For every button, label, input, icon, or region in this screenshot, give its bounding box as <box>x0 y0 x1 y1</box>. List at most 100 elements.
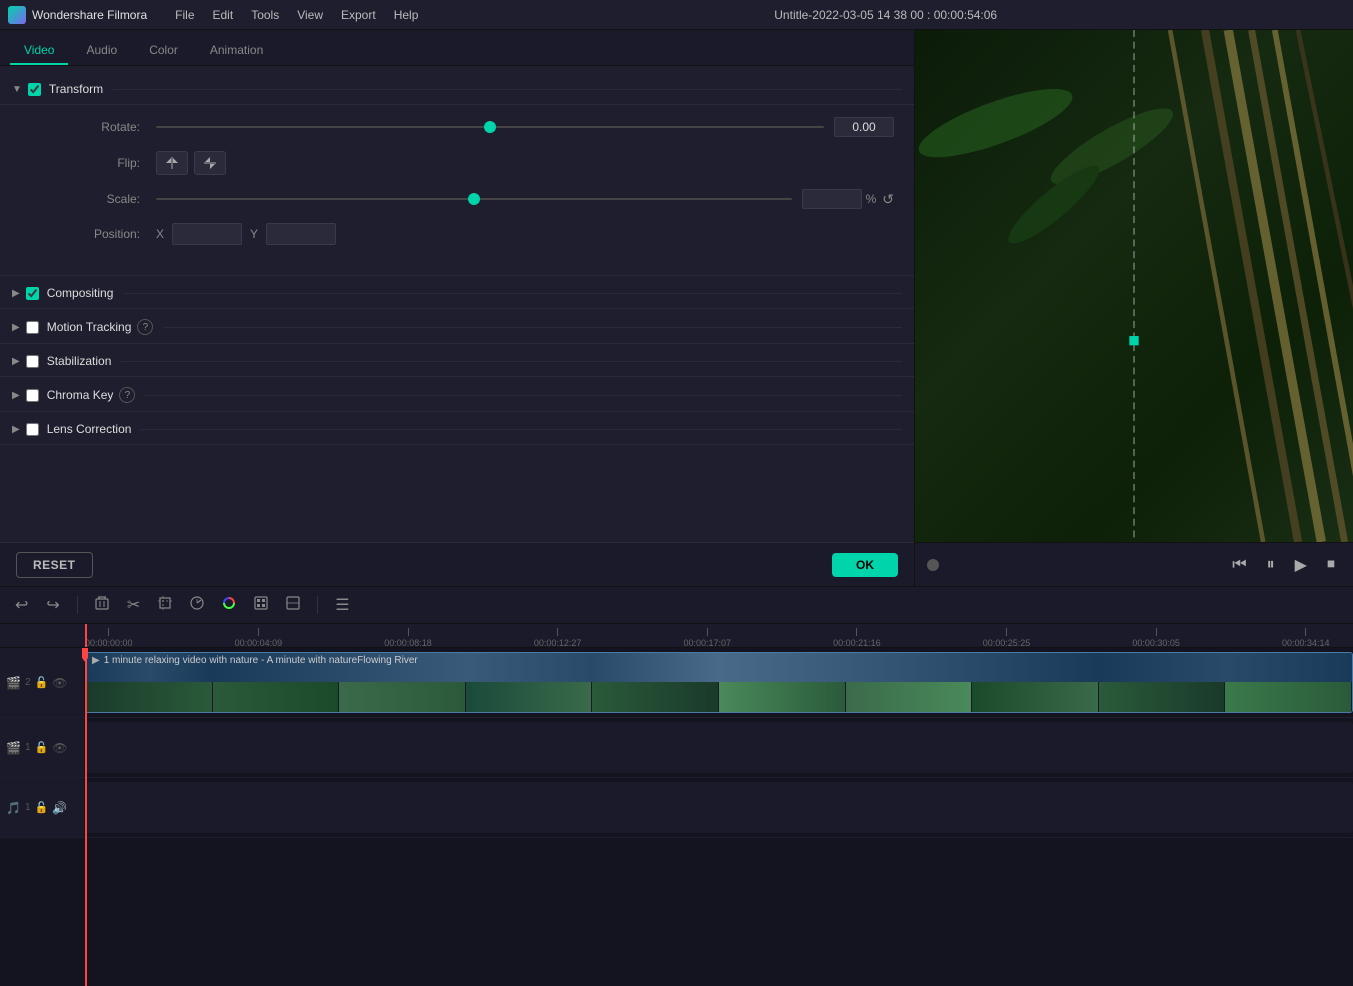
ruler-tick-0: 00:00:00:00 <box>85 624 133 648</box>
section-motion-tracking: ▶ Motion Tracking ? <box>0 311 914 344</box>
position-inputs: X 0.0 Y 0.0 <box>156 223 336 245</box>
lens-correction-checkbox[interactable] <box>26 423 39 436</box>
track-video2-eye-icon[interactable]: 👁 <box>52 676 67 690</box>
toolbar-sep-1 <box>77 596 78 614</box>
settings-button[interactable]: ☰ <box>330 593 354 617</box>
position-x-input[interactable]: 0.0 <box>172 223 242 245</box>
zoom-fit-button[interactable] <box>281 594 305 617</box>
track-video2-icon: 🎬 <box>6 676 21 690</box>
stop-button[interactable]: ⏹ <box>1321 554 1341 576</box>
compositing-divider <box>123 293 902 294</box>
title-bar: Wondershare Filmora File Edit Tools View… <box>0 0 1353 30</box>
tab-audio[interactable]: Audio <box>72 37 131 65</box>
tab-video[interactable]: Video <box>10 37 68 65</box>
flip-horizontal-button[interactable] <box>156 151 188 175</box>
undo-button[interactable]: ↩ <box>10 593 33 617</box>
section-lens-correction-header[interactable]: ▶ Lens Correction <box>0 414 914 445</box>
timeline-ruler: 00:00:00:00 00:00:04:09 00:00:08:18 00:0… <box>0 624 1353 648</box>
motion-tracking-title: Motion Tracking <box>47 320 132 334</box>
video-background <box>915 30 1353 542</box>
section-stabilization-header[interactable]: ▶ Stabilization <box>0 346 914 377</box>
track-video1-eye-icon[interactable]: 👁 <box>52 741 67 755</box>
compositing-title: Compositing <box>47 286 114 300</box>
track-row-video1: 🎬 1 🔓 👁 <box>0 718 1353 778</box>
speed-button[interactable] <box>185 594 209 617</box>
flip-vertical-button[interactable] <box>194 151 226 175</box>
section-compositing-header[interactable]: ▶ Compositing <box>0 278 914 309</box>
thumb-5 <box>592 682 719 712</box>
thumb-9 <box>1099 682 1226 712</box>
rotate-slider[interactable] <box>156 126 824 128</box>
reset-button[interactable]: RESET <box>16 552 93 578</box>
position-row: Position: X 0.0 Y 0.0 <box>60 223 894 245</box>
progress-indicator <box>927 559 939 571</box>
menu-view[interactable]: View <box>289 6 331 24</box>
ruler-tick-1: 00:00:04:09 <box>235 624 283 648</box>
effects-button[interactable] <box>249 594 273 617</box>
rotate-value-input[interactable] <box>834 117 894 137</box>
clip-title: 1 minute relaxing video with nature - A … <box>104 655 418 666</box>
properties-content: ▼ Transform Rotate: <box>0 66 914 542</box>
tick-label-7: 00:00:30:05 <box>1132 638 1180 648</box>
redo-button[interactable]: ↪ <box>41 593 64 617</box>
track-video1-lock-icon[interactable]: 🔓 <box>35 741 49 754</box>
section-motion-tracking-header[interactable]: ▶ Motion Tracking ? <box>0 311 914 344</box>
position-y-input[interactable]: 0.0 <box>266 223 336 245</box>
menu-export[interactable]: Export <box>333 6 384 24</box>
scale-reset-button[interactable]: ↺ <box>882 191 894 208</box>
slow-play-button[interactable]: ⏸ <box>1261 554 1281 576</box>
scale-value-input[interactable]: 100.64 <box>802 189 862 209</box>
transform-divider <box>113 89 902 90</box>
transform-toggle-icon: ▼ <box>12 84 22 95</box>
thumb-1 <box>86 682 213 712</box>
tab-color[interactable]: Color <box>135 37 192 65</box>
scale-slider[interactable] <box>156 198 792 200</box>
compositing-checkbox[interactable] <box>26 287 39 300</box>
stabilization-checkbox[interactable] <box>26 355 39 368</box>
track-video1-number: 1 <box>25 742 31 753</box>
lens-correction-divider <box>141 429 902 430</box>
menu-edit[interactable]: Edit <box>205 6 242 24</box>
menu-bar: File Edit Tools View Export Help <box>167 6 426 24</box>
color-button[interactable] <box>217 594 241 617</box>
compositing-toggle-icon: ▶ <box>12 288 20 299</box>
section-transform-header[interactable]: ▼ Transform <box>0 74 914 105</box>
track-audio1-volume-icon[interactable]: 🔊 <box>52 801 67 815</box>
preview-panel: ⏮ ⏸ ▶ ⏹ <box>915 30 1353 586</box>
thumb-6 <box>719 682 846 712</box>
transform-checkbox[interactable] <box>28 83 41 96</box>
play-button[interactable]: ▶ <box>1289 553 1313 577</box>
video-clip[interactable]: ▶ 1 minute relaxing video with nature - … <box>85 652 1353 713</box>
motion-tracking-toggle-icon: ▶ <box>12 322 20 333</box>
crop-button[interactable] <box>153 594 177 617</box>
menu-file[interactable]: File <box>167 6 202 24</box>
tick-label-2: 00:00:08:18 <box>384 638 432 648</box>
chroma-key-checkbox[interactable] <box>26 389 39 402</box>
tab-animation[interactable]: Animation <box>196 37 277 65</box>
preview-controls: ⏮ ⏸ ▶ ⏹ <box>915 542 1353 586</box>
menu-help[interactable]: Help <box>386 6 427 24</box>
tick-line <box>707 628 708 636</box>
motion-tracking-checkbox[interactable] <box>26 321 39 334</box>
chroma-key-help-icon[interactable]: ? <box>119 387 135 403</box>
chroma-key-title: Chroma Key <box>47 388 114 402</box>
track-row-audio1: 🎵 1 🔓 🔊 <box>0 778 1353 838</box>
motion-tracking-help-icon[interactable]: ? <box>137 319 153 335</box>
cut-button[interactable]: ✂ <box>122 593 145 617</box>
empty-track-video1 <box>85 722 1353 773</box>
track-audio1-lock-icon[interactable]: 🔓 <box>35 801 49 814</box>
preview-video <box>915 30 1353 542</box>
menu-tools[interactable]: Tools <box>243 6 287 24</box>
section-chroma-key-header[interactable]: ▶ Chroma Key ? <box>0 379 914 412</box>
section-chroma-key: ▶ Chroma Key ? <box>0 379 914 412</box>
track-video2-lock-icon[interactable]: 🔓 <box>35 676 49 689</box>
zoom-fit-icon <box>286 596 300 610</box>
delete-button[interactable] <box>90 594 114 617</box>
flip-row: Flip: <box>60 151 894 175</box>
color-wheel-icon <box>222 596 236 610</box>
step-back-button[interactable]: ⏮ <box>1226 554 1252 576</box>
scale-unit: % <box>866 192 877 206</box>
ok-button[interactable]: OK <box>832 553 898 577</box>
tick-line <box>856 628 857 636</box>
track-controls-video2: 🎬 2 🔓 👁 <box>0 648 85 717</box>
